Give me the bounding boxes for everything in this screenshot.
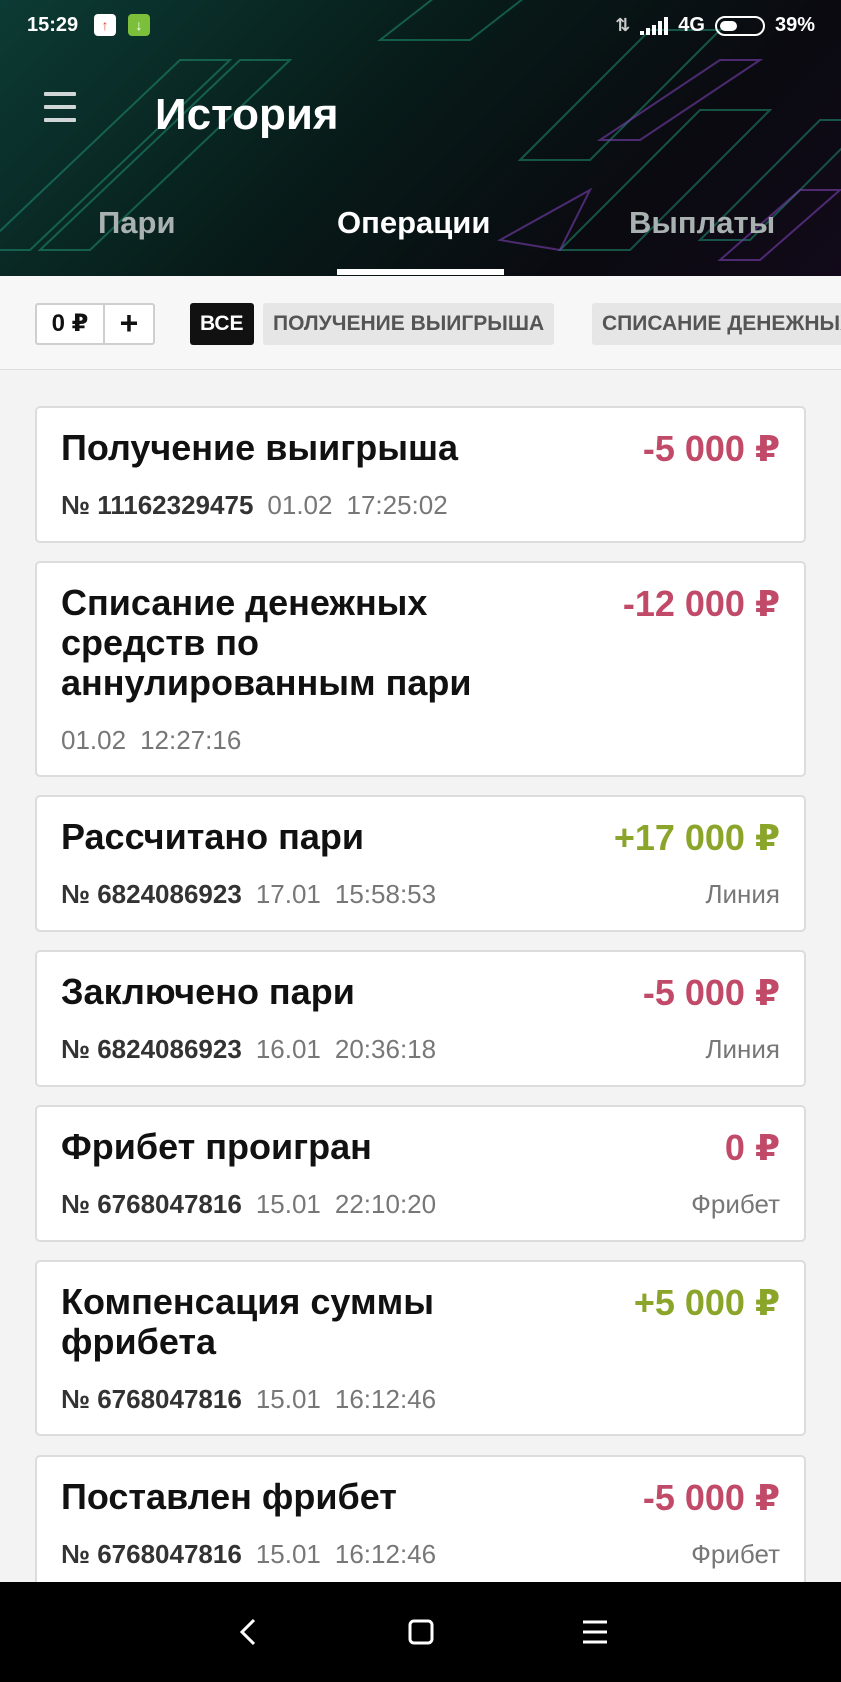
operation-date: 15.01	[255, 1539, 321, 1569]
operation-type: Линия	[705, 879, 780, 909]
amount-filter[interactable]: 0 ₽ +	[35, 303, 155, 345]
operation-card[interactable]: Рассчитано пари +17 000 ₽ № 6824086923 17…	[35, 795, 806, 932]
operation-card[interactable]: Получение выигрыша -5 000 ₽ № 1116232947…	[35, 406, 806, 543]
operation-card[interactable]: Списание денежных средств по аннулирован…	[35, 561, 806, 777]
status-time: 15:29	[27, 14, 79, 36]
operation-meta: № 6768047816 15.01 16:12:46	[61, 1539, 436, 1570]
operation-meta: № 6824086923 16.01 20:36:18	[61, 1034, 436, 1065]
tab-payouts[interactable]: Выплаты	[629, 205, 775, 241]
filter-chip-debit[interactable]: СПИСАНИЕ ДЕНЕЖНЫХ	[592, 303, 841, 345]
operation-time: 16:12:46	[334, 1384, 437, 1414]
operation-amount: +5 000 ₽	[633, 1282, 780, 1323]
operation-meta: № 6824086923 17.01 15:58:53	[61, 879, 436, 910]
operation-card[interactable]: Поставлен фрибет -5 000 ₽ № 6768047816 15…	[35, 1455, 806, 1582]
operation-amount: 0 ₽	[724, 1127, 780, 1168]
operation-amount: -5 000 ₽	[642, 428, 780, 469]
operation-meta: № 6768047816 15.01 22:10:20	[61, 1189, 436, 1220]
operation-date: 15.01	[255, 1384, 321, 1414]
operation-number: № 11162329475	[61, 490, 254, 520]
add-amount-button[interactable]: +	[105, 305, 153, 343]
operation-number: № 6768047816	[61, 1384, 242, 1414]
operation-title: Фрибет проигран	[61, 1126, 372, 1167]
battery-percent: 39%	[774, 14, 815, 36]
back-icon[interactable]	[229, 1612, 269, 1652]
operation-type: Фрибет	[691, 1539, 780, 1569]
tab-operations[interactable]: Операции	[337, 205, 490, 241]
operation-title: Получение выигрыша	[61, 427, 458, 468]
operation-title: Компенсация суммы фрибета	[61, 1281, 434, 1362]
operation-title: Рассчитано пари	[61, 816, 364, 857]
operation-title: Списание денежных средств по аннулирован…	[61, 582, 472, 703]
data-transfer-icon: ⇅	[615, 15, 631, 35]
operation-amount: +17 000 ₽	[613, 817, 780, 858]
hamburger-menu-icon[interactable]	[44, 92, 76, 122]
download-notification-icon: ↓	[128, 14, 150, 36]
amount-value[interactable]: 0 ₽	[37, 305, 105, 343]
operation-date: 16.01	[255, 1034, 321, 1064]
operation-date: 01.02	[267, 490, 333, 520]
operation-number: № 6824086923	[61, 1034, 242, 1064]
operation-number: № 6768047816	[61, 1539, 242, 1569]
operation-time: 20:36:18	[334, 1034, 437, 1064]
tab-bets[interactable]: Пари	[98, 205, 176, 241]
operation-title: Заключено пари	[61, 971, 355, 1012]
operation-type: Линия	[705, 1034, 780, 1064]
operation-time: 22:10:20	[334, 1189, 437, 1219]
app-header: 15:29 ↑ ↓ ⇅ 4G 39% История Пари Операции…	[0, 0, 841, 276]
operation-time: 17:25:02	[346, 490, 448, 520]
page-title: История	[155, 90, 339, 139]
tab-bar: Пари Операции Выплаты	[0, 205, 841, 276]
operations-list: Получение выигрыша -5 000 ₽ № 1116232947…	[0, 370, 841, 1582]
operation-title: Поставлен фрибет	[61, 1476, 397, 1517]
operation-amount: -5 000 ₽	[642, 1477, 780, 1518]
operation-date: 15.01	[255, 1189, 321, 1219]
filter-chip-all[interactable]: ВСЕ	[190, 303, 254, 345]
operation-time: 12:27:16	[140, 725, 242, 755]
filter-bar: 0 ₽ + ВСЕ ПОЛУЧЕНИЕ ВЫИГРЫША СПИСАНИЕ ДЕ…	[0, 276, 841, 370]
operation-card[interactable]: Фрибет проигран 0 ₽ № 6768047816 15.01 22:…	[35, 1105, 806, 1242]
battery-icon	[714, 15, 765, 36]
upload-notification-icon: ↑	[94, 14, 116, 36]
operation-date: 01.02	[61, 725, 127, 755]
operation-meta: 01.02 12:27:16	[61, 725, 241, 756]
status-bar: 15:29 ↑ ↓ ⇅ 4G 39%	[0, 0, 841, 50]
home-icon[interactable]	[401, 1612, 441, 1652]
system-navigation-bar	[0, 1582, 841, 1682]
recent-apps-icon[interactable]	[575, 1612, 615, 1652]
operation-meta: № 6768047816 15.01 16:12:46	[61, 1384, 436, 1415]
operation-number: № 6768047816	[61, 1189, 242, 1219]
operation-amount: -12 000 ₽	[622, 583, 780, 624]
operation-card[interactable]: Заключено пари -5 000 ₽ № 6824086923 16.0…	[35, 950, 806, 1087]
operation-type: Фрибет	[691, 1189, 780, 1219]
signal-icon	[640, 16, 669, 35]
operation-time: 16:12:46	[334, 1539, 437, 1569]
filter-chip-winnings[interactable]: ПОЛУЧЕНИЕ ВЫИГРЫША	[263, 303, 555, 345]
operation-card[interactable]: Компенсация суммы фрибета +5 000 ₽ № 676…	[35, 1260, 806, 1436]
operation-time: 15:58:53	[334, 879, 437, 909]
operation-number: № 6824086923	[61, 879, 242, 909]
operation-date: 17.01	[255, 879, 321, 909]
operation-amount: -5 000 ₽	[642, 972, 780, 1013]
network-type: 4G	[678, 14, 705, 36]
operation-meta: № 11162329475 01.02 17:25:02	[61, 490, 448, 521]
active-tab-indicator	[337, 269, 504, 275]
